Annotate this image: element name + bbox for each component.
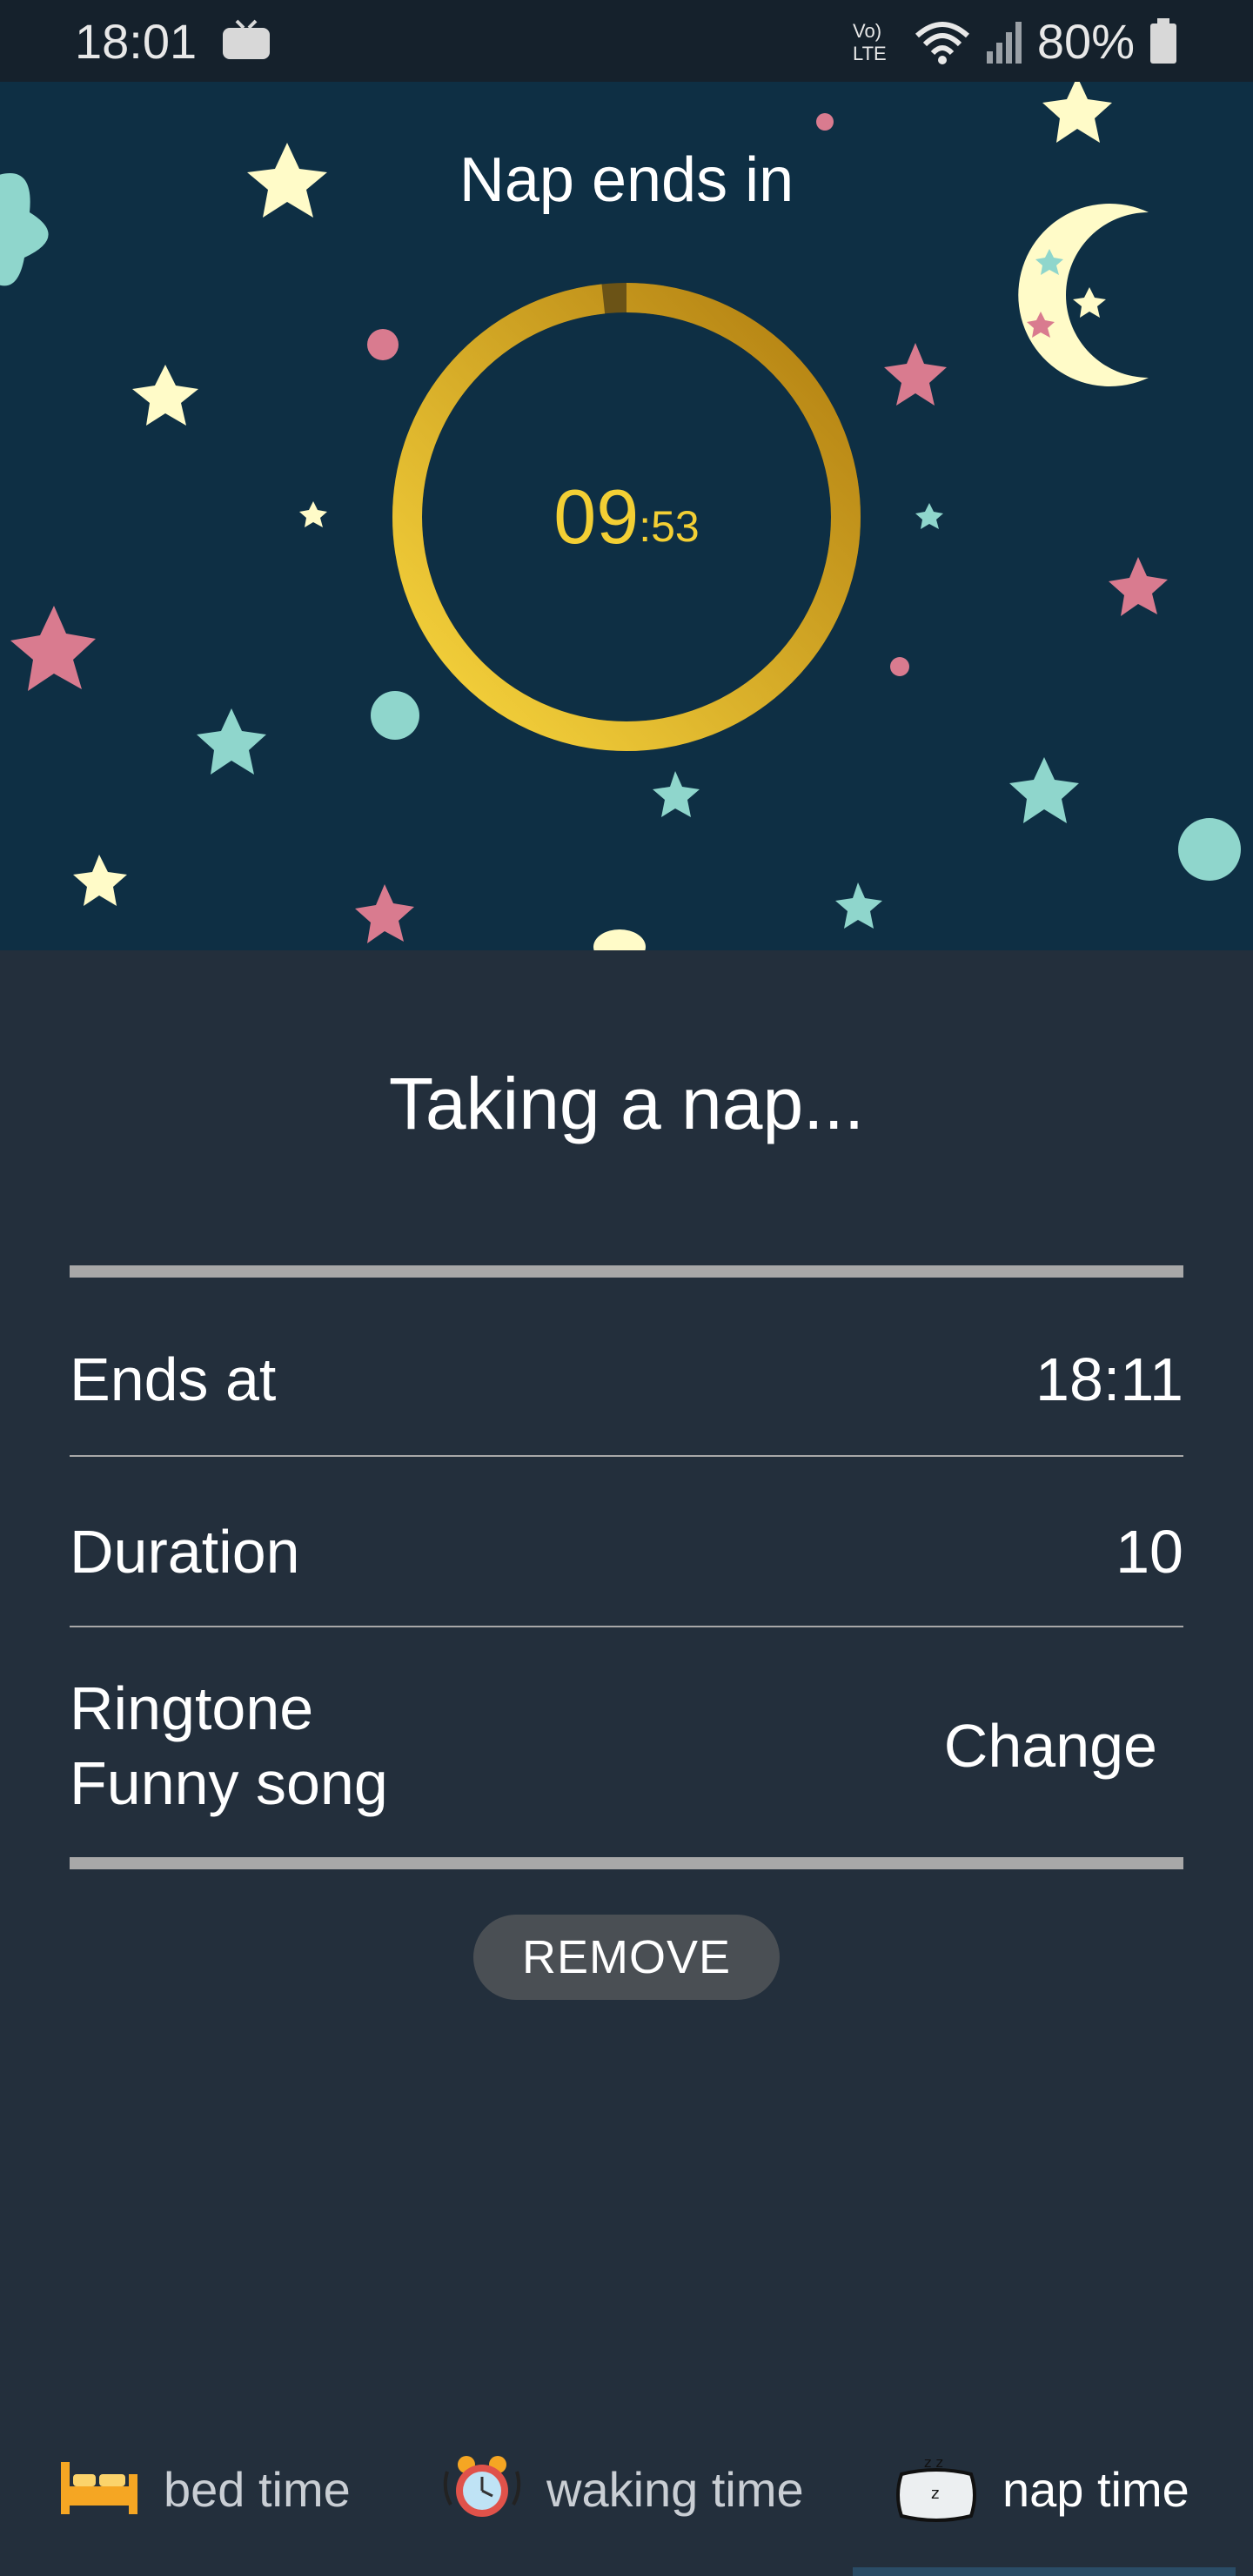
nav-item-bed-time[interactable]: bed time [57,2428,351,2550]
duration-row[interactable]: Duration 10 [70,1504,1183,1600]
duration-value: 10 [1116,1518,1183,1586]
nav-label-bed-time: bed time [164,2461,351,2517]
ends-at-label: Ends at [70,1345,277,1413]
ringtone-label: Ringtone [70,1674,314,1742]
moon-icon [1018,204,1149,387]
section-divider-bottom [70,1857,1183,1869]
svg-text:Vo): Vo) [853,20,881,42]
ringtone-song-name: Funny song [70,1749,388,1817]
alarm-clock-icon [440,2452,524,2526]
nap-status-heading: Taking a nap... [388,1063,865,1144]
svg-text:z: z [931,2485,939,2503]
nap-countdown-panel: Nap ends in 09 :53 [0,82,1253,950]
countdown-display: 09 :53 [392,282,861,752]
duration-label: Duration [70,1518,300,1586]
nav-label-waking-time: waking time [546,2461,804,2517]
bed-icon [57,2457,141,2522]
row-divider [70,1626,1183,1627]
volte-icon: Vo) LTE [851,17,900,65]
ringtone-row: Ringtone Funny song Change [70,1667,1183,1824]
signal-icon [985,17,1023,65]
tv-icon [221,19,271,63]
change-ringtone-button[interactable]: Change [944,1711,1157,1781]
section-divider-top [70,1265,1183,1278]
countdown-seconds: :53 [639,502,700,551]
countdown-minutes: 09 [553,473,640,560]
nap-ends-in-title: Nap ends in [459,145,794,215]
ends-at-row: Ends at 18:11 [70,1332,1183,1427]
pillow-icon: z z z [893,2452,980,2527]
bottom-navigation: bed time waking time z z z nap time [0,2428,1253,2576]
remove-nap-button[interactable]: REMOVE [473,1915,780,2000]
status-time: 18:01 [75,13,198,69]
nav-item-nap-time[interactable]: z z z nap time [893,2428,1189,2550]
battery-icon [1149,17,1178,65]
battery-percent: 80% [1036,13,1135,69]
nav-label-nap-time: nap time [1002,2461,1189,2517]
svg-text:LTE: LTE [853,43,887,64]
row-divider [70,1455,1183,1457]
active-tab-indicator [853,2567,1236,2576]
status-bar: 18:01 Vo) LTE 80% [0,0,1253,82]
nav-item-waking-time[interactable]: waking time [440,2428,804,2550]
wifi-icon [914,17,971,65]
ends-at-value: 18:11 [1035,1345,1183,1413]
